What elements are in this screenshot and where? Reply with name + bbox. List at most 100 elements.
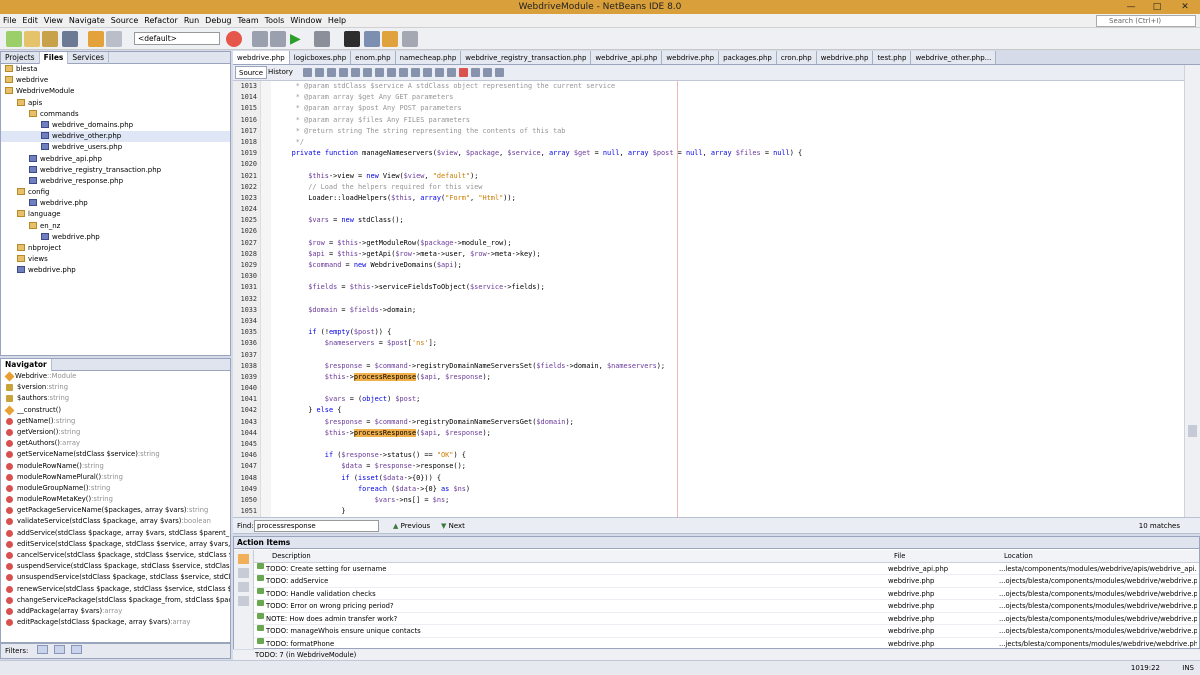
tree-item[interactable]: WebdriveModule: [1, 86, 230, 97]
shift-left-icon[interactable]: [435, 68, 444, 77]
forward-icon[interactable]: [315, 68, 324, 77]
back-icon[interactable]: [303, 68, 312, 77]
tab-projects[interactable]: Projects: [1, 52, 40, 64]
build-icon[interactable]: [252, 31, 268, 47]
code-editor[interactable]: * @param stdClass $service A stdClass ob…: [271, 81, 1184, 517]
code-line[interactable]: [271, 350, 1184, 361]
code-line[interactable]: [271, 271, 1184, 282]
close-icon[interactable]: ✕: [1172, 0, 1198, 14]
code-line[interactable]: $nameservers = $post['ns'];: [271, 338, 1184, 349]
editor-tab[interactable]: test.php: [873, 51, 912, 64]
menu-edit[interactable]: Edit: [19, 14, 41, 28]
code-line[interactable]: $vars->ns[] = $ns;: [271, 495, 1184, 506]
browser-icon[interactable]: [226, 31, 242, 47]
navigator-item[interactable]: moduleGroupName():string: [1, 483, 230, 494]
new-file-icon[interactable]: [24, 31, 40, 47]
configuration-select[interactable]: <default>: [134, 32, 220, 45]
code-line[interactable]: } else {: [271, 405, 1184, 416]
test-icon[interactable]: [382, 31, 398, 47]
terminal-icon[interactable]: [344, 31, 360, 47]
code-line[interactable]: [271, 383, 1184, 394]
toggle-highlight-icon[interactable]: [375, 68, 384, 77]
menu-window[interactable]: Window: [287, 14, 325, 28]
navigator-item[interactable]: addPackage(array $vars):array: [1, 606, 230, 617]
code-line[interactable]: $vars = (object) $post;: [271, 394, 1184, 405]
editor-tab[interactable]: webdrive.php: [662, 51, 720, 64]
code-line[interactable]: if (isset($data->{0})) {: [271, 473, 1184, 484]
navigator-item[interactable]: getVersion():string: [1, 427, 230, 438]
find-next-icon[interactable]: [351, 68, 360, 77]
bookmark-previous-icon[interactable]: [399, 68, 408, 77]
source-tab[interactable]: Source: [235, 66, 268, 79]
search-input[interactable]: Search (Ctrl+I): [1096, 15, 1196, 27]
tree-item[interactable]: webdrive.php: [1, 232, 230, 243]
menu-tools[interactable]: Tools: [262, 14, 288, 28]
code-line[interactable]: if (!empty($post)) {: [271, 327, 1184, 338]
navigator-item[interactable]: changeServicePackage(stdClass $package_f…: [1, 595, 230, 606]
find-next-button[interactable]: ▼ Next: [441, 520, 465, 532]
code-line[interactable]: $this->view = new View($view, "default")…: [271, 171, 1184, 182]
current-file-icon[interactable]: [238, 554, 249, 564]
filter-private-icon[interactable]: [71, 645, 83, 654]
code-line[interactable]: $response = $command->registryDomainName…: [271, 361, 1184, 372]
code-line[interactable]: // Load the helpers required for this vi…: [271, 182, 1184, 193]
navigator-item[interactable]: getName():string: [1, 416, 230, 427]
navigator-item[interactable]: getPackageServiceName($packages, array $…: [1, 505, 230, 516]
code-line[interactable]: [271, 204, 1184, 215]
menu-help[interactable]: Help: [325, 14, 349, 28]
tree-item[interactable]: webdrive_response.php: [1, 176, 230, 187]
find-selection-icon[interactable]: [363, 68, 372, 77]
editor-error-stripe[interactable]: [1184, 65, 1200, 517]
code-line[interactable]: $fields = $this->serviceFieldsToObject($…: [271, 282, 1184, 293]
code-line[interactable]: [271, 159, 1184, 170]
code-line[interactable]: * @param array $files Any FILES paramete…: [271, 115, 1184, 126]
code-line[interactable]: $data = $response->response();: [271, 461, 1184, 472]
bookmark-next-icon[interactable]: [411, 68, 420, 77]
table-row[interactable]: TODO: addService webdrive.php ...ojects/bl…: [254, 575, 1199, 588]
menu-run[interactable]: Run: [181, 14, 202, 28]
code-line[interactable]: }: [271, 506, 1184, 517]
tree-item[interactable]: webdrive_api.php: [1, 154, 230, 165]
tree-item[interactable]: webdrive_other.php: [1, 131, 230, 143]
gc-icon[interactable]: [402, 31, 418, 47]
all-projects-icon[interactable]: [238, 568, 249, 578]
tree-item[interactable]: webdrive.php: [1, 198, 230, 209]
tree-item[interactable]: apis: [1, 98, 230, 109]
navigator-item[interactable]: addService(stdClass $package, array $var…: [1, 528, 230, 539]
table-row[interactable]: NOTE: How does admin transfer work? webdr…: [254, 612, 1199, 625]
tree-item[interactable]: webdrive: [1, 75, 230, 86]
tree-item[interactable]: en_nz: [1, 221, 230, 232]
navigator-item[interactable]: unsuspendService(stdClass $package, stdC…: [1, 572, 230, 583]
code-line[interactable]: $this->processResponse($api, $response);: [271, 372, 1184, 383]
find-input[interactable]: processresponse: [254, 520, 379, 532]
code-line[interactable]: * @param array $get Any GET parameters: [271, 92, 1184, 103]
navigator-item[interactable]: moduleRowNamePlural():string: [1, 472, 230, 483]
code-line[interactable]: foreach ($data->{0} as $ns): [271, 484, 1184, 495]
code-line[interactable]: * @return string The string representing…: [271, 126, 1184, 137]
editor-tab[interactable]: webdrive_api.php: [591, 51, 663, 64]
menu-refactor[interactable]: Refactor: [141, 14, 181, 28]
menu-view[interactable]: View: [41, 14, 66, 28]
code-line[interactable]: if ($response->status() == "OK") {: [271, 450, 1184, 461]
table-row[interactable]: TODO: manageWhois ensure unique contacts…: [254, 625, 1199, 638]
group-icon[interactable]: [238, 596, 249, 606]
open-project-icon[interactable]: [42, 31, 58, 47]
record-macro-icon[interactable]: [459, 68, 468, 77]
tree-item[interactable]: config: [1, 187, 230, 198]
navigator-item[interactable]: cancelService(stdClass $package, stdClas…: [1, 550, 230, 561]
table-row[interactable]: TODO: formatPhone webdrive.php ...jects/bl…: [254, 637, 1199, 650]
code-line[interactable]: private function manageNameservers($view…: [271, 148, 1184, 159]
clean-build-icon[interactable]: [270, 31, 286, 47]
debug-icon[interactable]: [314, 31, 330, 47]
editor-tab[interactable]: namecheap.php: [395, 51, 462, 64]
new-project-icon[interactable]: [6, 31, 22, 47]
code-line[interactable]: $api = $this->getApi($row->meta->user, $…: [271, 249, 1184, 260]
code-line[interactable]: [271, 439, 1184, 450]
editor-tab[interactable]: webdrive_other.php...: [911, 51, 997, 64]
menu-debug[interactable]: Debug: [202, 14, 234, 28]
navigator-item[interactable]: suspendService(stdClass $package, stdCla…: [1, 561, 230, 572]
editor-tab[interactable]: webdrive.php: [816, 51, 874, 64]
toggle-bookmark-icon[interactable]: [423, 68, 432, 77]
profile-icon[interactable]: [364, 31, 380, 47]
tree-item[interactable]: nbproject: [1, 243, 230, 254]
